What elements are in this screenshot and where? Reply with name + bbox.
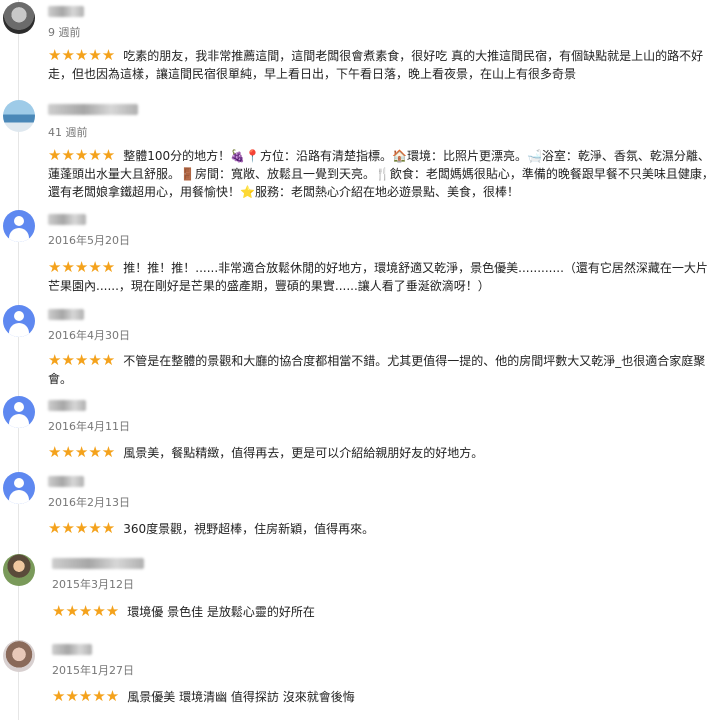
review-text: ★★★★★ 整體100分的地方！🍇📍方位：沿路有清楚指標。🏠環境：比照片更漂亮。🛁…: [48, 146, 716, 201]
review-text: ★★★★★ 環境優 景色佳 是放鬆心靈的好所在: [52, 602, 716, 621]
rating-stars-icon: ★★★★★: [48, 258, 116, 276]
review-date: 2016年4月11日: [48, 420, 130, 433]
person-icon[interactable]: [3, 396, 35, 428]
review-date: 41 週前: [48, 126, 88, 139]
reviewer-name-blurred[interactable]: [48, 6, 84, 17]
review-text: ★★★★★ 風景美，餐點精緻，值得再去，更是可以介紹給親朋好友的好地方。: [48, 443, 716, 462]
reviewer-name-blurred[interactable]: [52, 644, 92, 655]
person-icon[interactable]: [3, 210, 35, 242]
reviewer-name-blurred[interactable]: [48, 309, 84, 320]
avatar[interactable]: [3, 2, 35, 34]
review-body: 吃素的朋友，我非常推薦這間，這間老闆很會煮素食，很好吃 真的大推這間民宿，有個缺…: [48, 49, 704, 81]
review-text: ★★★★★ 360度景觀，視野超棒，住房新穎，值得再來。: [48, 519, 716, 538]
review-body: 整體100分的地方！🍇📍方位：沿路有清楚指標。🏠環境：比照片更漂亮。🛁浴室：乾淨…: [48, 149, 714, 199]
person-icon[interactable]: [3, 305, 35, 337]
review-text: ★★★★★ 吃素的朋友，我非常推薦這間，這間老闆很會煮素食，很好吃 真的大推這間民…: [48, 46, 716, 83]
review-body: 環境優 景色佳 是放鬆心靈的好所在: [127, 605, 315, 619]
rating-stars-icon: ★★★★★: [48, 351, 116, 369]
reviewer-name-blurred[interactable]: [52, 558, 144, 569]
rating-stars-icon: ★★★★★: [48, 443, 116, 461]
avatar[interactable]: [3, 100, 35, 132]
reviewer-name-blurred[interactable]: [48, 400, 86, 411]
reviewer-name-blurred[interactable]: [48, 104, 138, 115]
review-date: 2016年4月30日: [48, 329, 130, 342]
review-body: 推！推！推！......非常適合放鬆休閒的好地方，環境舒適又乾淨，景色優美...…: [48, 261, 708, 293]
review-text: ★★★★★ 不管是在整體的景觀和大廳的協合度都相當不錯。尤其更值得一提的、他的房間…: [48, 351, 716, 388]
reviewer-name-blurred[interactable]: [48, 476, 84, 487]
avatar[interactable]: [3, 554, 35, 586]
review-date: 2016年2月13日: [48, 496, 130, 509]
reviewer-name-blurred[interactable]: [48, 214, 86, 225]
rating-stars-icon: ★★★★★: [52, 687, 120, 705]
avatar[interactable]: [3, 640, 35, 672]
review-body: 風景優美 環境清幽 值得探訪 沒來就會後悔: [127, 690, 355, 704]
rating-stars-icon: ★★★★★: [52, 602, 120, 620]
review-body: 風景美，餐點精緻，值得再去，更是可以介紹給親朋好友的好地方。: [123, 446, 484, 460]
review-date: 9 週前: [48, 26, 81, 39]
review-body: 360度景觀，視野超棒，住房新穎，值得再來。: [123, 522, 375, 536]
review-body: 不管是在整體的景觀和大廳的協合度都相當不錯。尤其更值得一提的、他的房間坪數大又乾…: [48, 354, 706, 386]
rating-stars-icon: ★★★★★: [48, 519, 116, 537]
review-date: 2015年3月12日: [52, 578, 134, 591]
review-date: 2015年1月27日: [52, 664, 134, 677]
review-text: ★★★★★ 推！推！推！......非常適合放鬆休閒的好地方，環境舒適又乾淨，景色…: [48, 258, 716, 295]
person-icon[interactable]: [3, 472, 35, 504]
rating-stars-icon: ★★★★★: [48, 146, 116, 164]
review-text: ★★★★★ 風景優美 環境清幽 值得探訪 沒來就會後悔: [52, 687, 716, 706]
rating-stars-icon: ★★★★★: [48, 46, 116, 64]
review-date: 2016年5月20日: [48, 234, 130, 247]
